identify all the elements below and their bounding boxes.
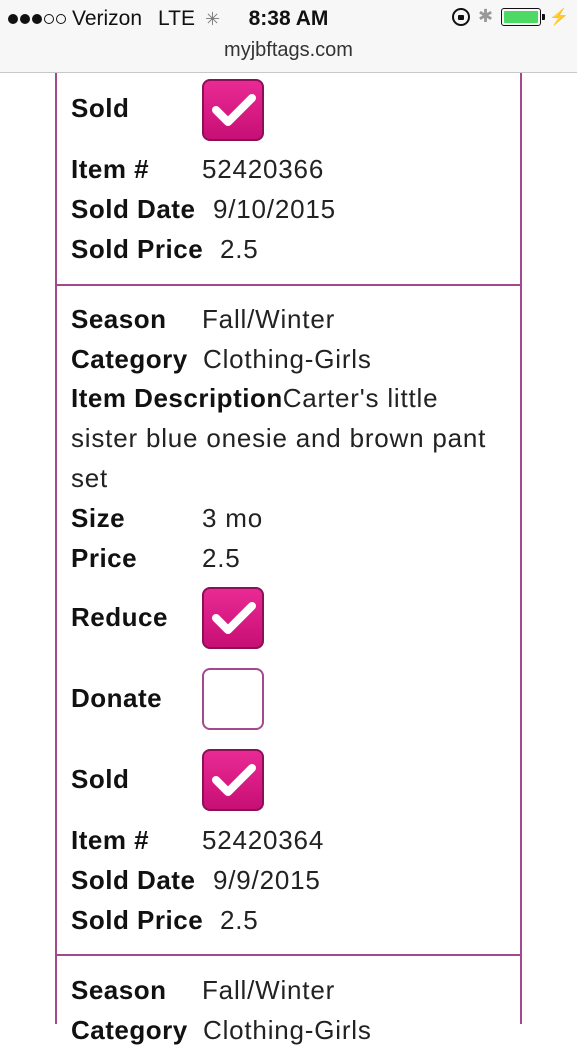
sold-checkbox[interactable] (202, 749, 264, 811)
category-label: Category (71, 344, 188, 374)
season-label: Season (71, 304, 167, 334)
item-number-label: Item # (71, 154, 150, 184)
category-label: Category (71, 1015, 188, 1045)
checkmark-icon (212, 764, 256, 796)
sold-date-label: Sold Date (71, 194, 196, 224)
size-value: 3 mo (202, 503, 264, 533)
address-bar[interactable]: myjbftags.com (0, 36, 577, 73)
item-divider (57, 284, 520, 286)
sold-date-value: 9/10/2015 (213, 194, 336, 224)
season-value: Fall/Winter (202, 304, 336, 334)
battery-icon (501, 7, 546, 26)
price-value: 2.5 (202, 543, 241, 573)
sold-date-label: Sold Date (71, 865, 196, 895)
bluetooth-icon: ✱ (477, 6, 494, 26)
category-value: Clothing-Girls (203, 344, 372, 374)
sold-price-value: 2.5 (220, 905, 259, 935)
charging-icon: ⚡ (549, 8, 569, 26)
sold-price-value: 2.5 (220, 234, 259, 264)
season-label: Season (71, 975, 167, 1005)
url-domain[interactable]: myjbftags.com (224, 39, 353, 61)
status-bar: Verizon LTE ✳ 8:38 AM ✱ ⚡ (0, 0, 577, 36)
price-label: Price (71, 543, 138, 573)
item-description-label: Item Description (71, 383, 283, 413)
item-description: Item DescriptionCarter's little sister b… (71, 378, 511, 498)
donate-checkbox[interactable] (202, 668, 264, 730)
reduce-label: Reduce (71, 602, 168, 632)
category-value: Clothing-Girls (203, 1015, 372, 1045)
sold-label: Sold (71, 93, 130, 123)
tag-list: Sold Item # 52420366 Sold Date 9/10/2015… (55, 73, 522, 1045)
item-number-value: 52420366 (202, 154, 325, 184)
item-number-label: Item # (71, 825, 150, 855)
item-number-value: 52420364 (202, 825, 325, 855)
rotation-lock-icon (451, 7, 470, 26)
sold-price-label: Sold Price (71, 234, 204, 264)
donate-label: Donate (71, 683, 163, 713)
checkmark-icon (212, 94, 256, 126)
season-value: Fall/Winter (202, 975, 336, 1005)
sold-date-value: 9/9/2015 (213, 865, 321, 895)
reduce-checkbox[interactable] (202, 587, 264, 649)
item-divider (57, 954, 520, 956)
sold-label: Sold (71, 764, 130, 794)
sold-price-label: Sold Price (71, 905, 204, 935)
sold-checkbox[interactable] (202, 79, 264, 141)
size-label: Size (71, 503, 126, 533)
checkmark-icon (212, 602, 256, 634)
status-right: ✱ ⚡ (451, 6, 569, 27)
